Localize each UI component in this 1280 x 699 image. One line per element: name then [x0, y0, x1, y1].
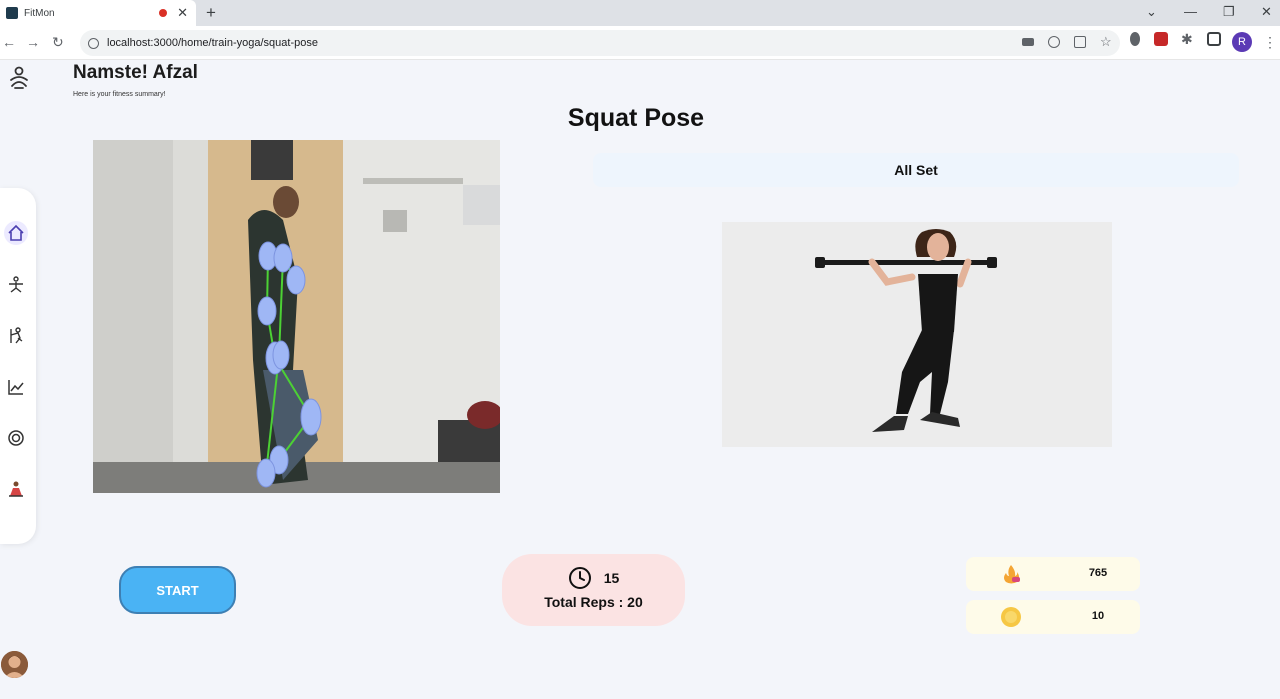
clock-icon	[568, 567, 591, 589]
start-button[interactable]: START	[119, 566, 236, 614]
browser-tab-bar: FitMon ✕ + ⌄ — ❐ ✕	[0, 0, 1280, 26]
pose-status-bar: All Set	[593, 153, 1239, 187]
home-icon	[8, 224, 24, 241]
sidebar-item-yoga[interactable]	[4, 273, 28, 297]
reference-woman-squat-illustration	[722, 222, 1112, 447]
profile-avatar[interactable]: R	[1232, 32, 1252, 52]
sidebar-item-target[interactable]	[4, 426, 28, 450]
webcam-feed	[93, 140, 500, 493]
minimize-icon[interactable]: —	[1184, 4, 1197, 19]
coins-stat: 10	[966, 600, 1140, 634]
side-panel-icon[interactable]	[1207, 32, 1221, 46]
timer-card: 15 Total Reps : 20	[502, 554, 685, 626]
user-avatar-image	[1, 651, 28, 678]
fitmon-logo-icon[interactable]	[8, 66, 30, 90]
timer-value: 15	[603, 570, 620, 586]
sidebar	[0, 188, 36, 544]
sidebar-item-meditation[interactable]	[4, 477, 28, 501]
reference-pose-image	[722, 222, 1112, 447]
recording-icon	[159, 9, 168, 17]
stats-icon	[8, 380, 24, 395]
target-icon	[8, 430, 24, 446]
exercise-icon	[10, 327, 23, 344]
site-info-icon[interactable]	[88, 37, 99, 49]
greeting-subtitle: Here is your fitness summary!	[73, 91, 166, 98]
page-title: Squat Pose	[567, 104, 705, 132]
record-extension-icon[interactable]	[1154, 32, 1168, 46]
coins-value: 10	[1091, 610, 1105, 622]
browser-toolbar: ← → ↻ localhost:3000/home/train-yoga/squ…	[0, 26, 1280, 60]
address-bar[interactable]: localhost:3000/home/train-yoga/squat-pos…	[80, 30, 1120, 56]
pose-skeleton-overlay	[256, 241, 322, 488]
sidebar-item-exercise[interactable]	[4, 324, 28, 348]
browser-menu-icon[interactable]: ⋮	[1263, 34, 1277, 51]
zoom-icon[interactable]	[1048, 36, 1060, 48]
greeting-title: Namste! Afzal	[73, 62, 198, 83]
browser-tab[interactable]: FitMon ✕	[0, 0, 196, 26]
tab-title: FitMon	[24, 7, 55, 19]
calories-value: 765	[1088, 567, 1108, 579]
reload-icon[interactable]: ↻	[52, 34, 64, 51]
calories-stat: 765	[966, 557, 1140, 591]
yoga-icon	[9, 276, 23, 293]
new-tab-icon[interactable]: +	[206, 3, 216, 23]
user-avatar[interactable]	[1, 651, 28, 678]
mic-extension-icon[interactable]	[1130, 32, 1140, 46]
share-icon[interactable]	[1074, 36, 1086, 48]
window-close-icon[interactable]: ✕	[1261, 4, 1272, 20]
coin-icon	[1001, 607, 1021, 627]
tab-search-icon[interactable]: ⌄	[1146, 4, 1157, 20]
url-text: localhost:3000/home/train-yoga/squat-pos…	[107, 37, 318, 49]
restore-icon[interactable]: ❐	[1223, 4, 1235, 20]
total-reps: Total Reps : 20	[544, 594, 643, 610]
sidebar-item-stats[interactable]	[4, 375, 28, 399]
sidebar-item-home[interactable]	[4, 221, 28, 245]
meditation-icon	[9, 481, 23, 497]
back-icon[interactable]: ←	[2, 34, 16, 50]
camera-icon[interactable]	[1022, 38, 1034, 46]
close-tab-icon[interactable]: ✕	[177, 5, 188, 21]
extensions-puzzle-icon[interactable]: ✱	[1181, 32, 1195, 46]
fire-icon	[1004, 565, 1020, 584]
bookmark-star-icon[interactable]: ☆	[1100, 35, 1112, 48]
forward-icon[interactable]: →	[26, 34, 40, 50]
favicon-icon	[6, 7, 18, 19]
